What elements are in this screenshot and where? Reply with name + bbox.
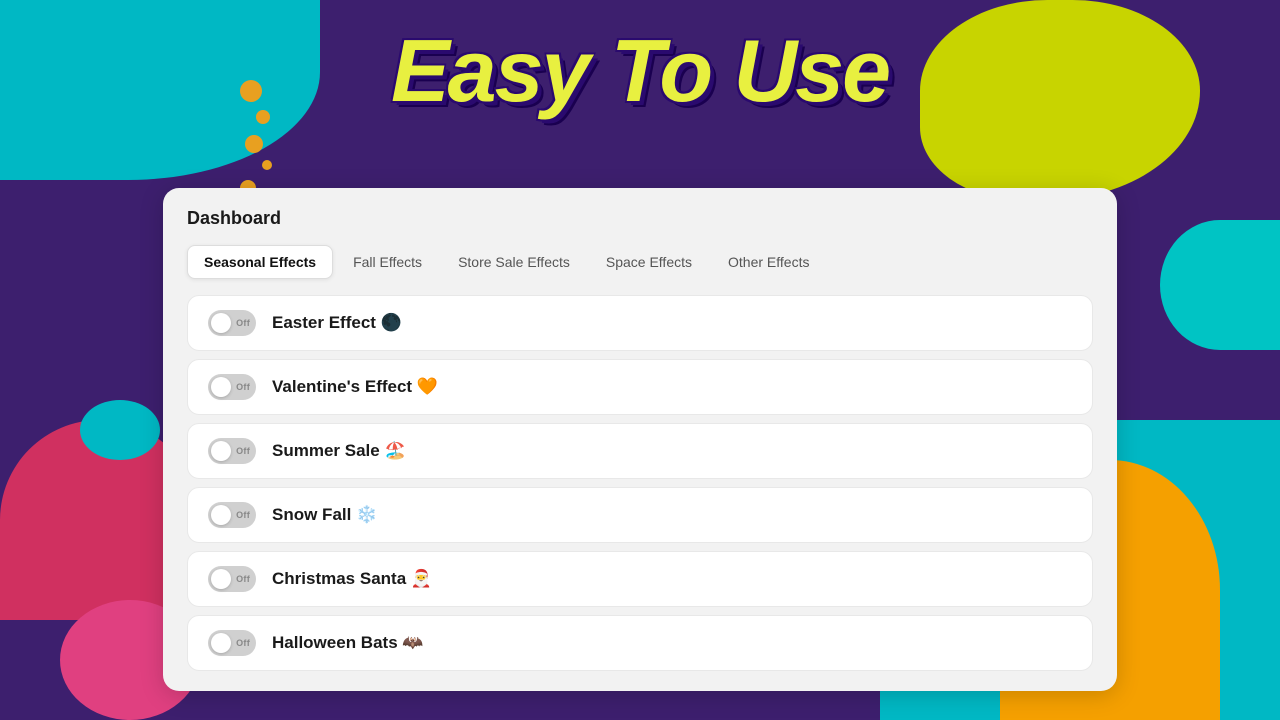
tabs-container: Seasonal Effects Fall Effects Store Sale… [187,245,1093,279]
table-row: Off Valentine's Effect 🧡 [187,359,1093,415]
easter-toggle[interactable]: Off [208,310,256,336]
halloween-toggle[interactable]: Off [208,630,256,656]
toggle-label: Off [236,574,250,584]
table-row: Off Halloween Bats 🦇 [187,615,1093,671]
valentine-toggle[interactable]: Off [208,374,256,400]
table-row: Off Christmas Santa 🎅 [187,551,1093,607]
dashboard-card: Dashboard Seasonal Effects Fall Effects … [163,188,1117,691]
toggle-knob [211,441,231,461]
christmas-effect-name: Christmas Santa 🎅 [272,569,432,589]
toggle-label: Off [236,318,250,328]
toggle-knob [211,377,231,397]
summer-effect-name: Summer Sale 🏖️ [272,441,406,461]
valentine-effect-name: Valentine's Effect 🧡 [272,377,438,397]
blob-teal-small [80,400,160,460]
toggle-knob [211,633,231,653]
halloween-effect-name: Halloween Bats 🦇 [272,633,424,653]
tab-fall[interactable]: Fall Effects [337,245,438,279]
tab-space[interactable]: Space Effects [590,245,708,279]
toggle-knob [211,505,231,525]
table-row: Off Summer Sale 🏖️ [187,423,1093,479]
dashboard-title: Dashboard [187,208,1093,229]
summer-toggle[interactable]: Off [208,438,256,464]
toggle-label: Off [236,638,250,648]
tab-other[interactable]: Other Effects [712,245,825,279]
snowfall-toggle[interactable]: Off [208,502,256,528]
toggle-label: Off [236,382,250,392]
main-title: Easy To Use [0,20,1280,122]
title-area: Easy To Use [0,20,1280,122]
tab-store-sale[interactable]: Store Sale Effects [442,245,586,279]
christmas-toggle[interactable]: Off [208,566,256,592]
toggle-knob [211,313,231,333]
snowfall-effect-name: Snow Fall ❄️ [272,505,377,525]
table-row: Off Easter Effect 🌑 [187,295,1093,351]
table-row: Off Snow Fall ❄️ [187,487,1093,543]
toggle-knob [211,569,231,589]
toggle-label: Off [236,510,250,520]
toggle-label: Off [236,446,250,456]
easter-effect-name: Easter Effect 🌑 [272,313,402,333]
tab-seasonal[interactable]: Seasonal Effects [187,245,333,279]
effects-list: Off Easter Effect 🌑 Off Valentine's Effe… [187,295,1093,671]
blob-teal-right [1160,220,1280,350]
